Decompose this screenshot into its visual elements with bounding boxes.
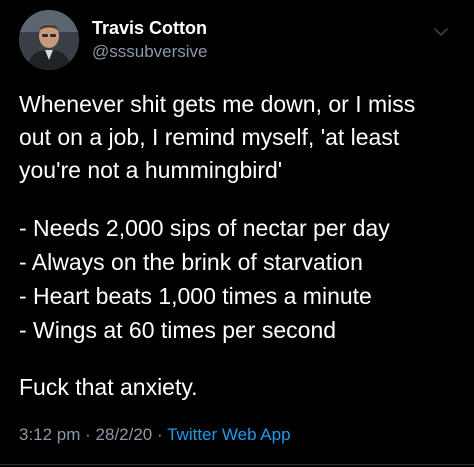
tweet-bullet-line: - Wings at 60 times per second — [19, 317, 337, 343]
avatar[interactable] — [19, 10, 79, 70]
tweet-text-line: you're not a hummingbird' — [19, 157, 283, 183]
tweet-date[interactable]: 28/2/20 — [96, 425, 153, 444]
display-name[interactable]: Travis Cotton — [92, 18, 207, 39]
user-handle[interactable]: @sssubversive — [92, 42, 208, 62]
meta-separator: · — [152, 425, 168, 444]
meta-separator: · — [80, 425, 96, 444]
tweet-bullet-line: - Needs 2,000 sips of nectar per day — [19, 215, 390, 241]
tweet: Travis Cotton @sssubversive Whenever shi… — [0, 0, 474, 467]
tweet-bullet-line: - Always on the brink of starvation — [19, 249, 363, 275]
tweet-time[interactable]: 3:12 pm — [19, 425, 80, 444]
tweet-source-link[interactable]: Twitter Web App — [167, 425, 290, 444]
divider — [0, 464, 474, 465]
tweet-bullet-line: - Heart beats 1,000 times a minute — [19, 283, 372, 309]
tweet-text-line: Whenever shit gets me down, or I miss — [19, 91, 416, 117]
tweet-closing-line: Fuck that anxiety. — [19, 374, 198, 400]
tweet-text-line: out on a job, I remind myself, 'at least — [19, 124, 400, 150]
tweet-meta: 3:12 pm · 28/2/20 · Twitter Web App — [19, 425, 291, 445]
chevron-down-icon[interactable] — [433, 26, 449, 38]
